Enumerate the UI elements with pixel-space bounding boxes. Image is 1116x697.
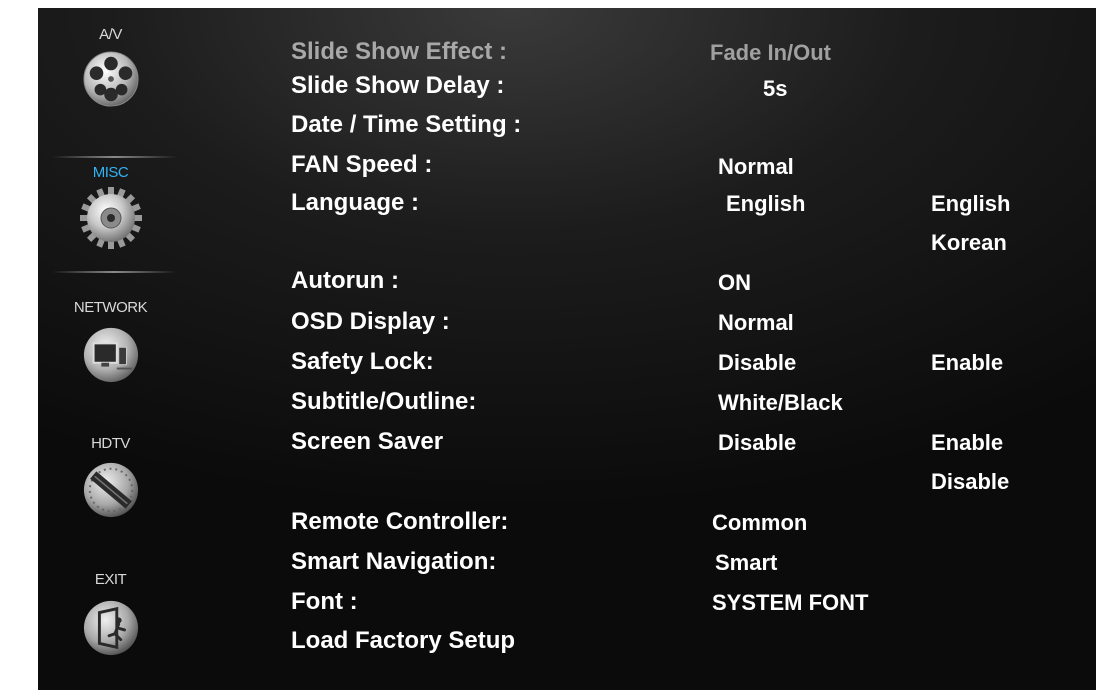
menu-row-label: FAN Speed : [291, 151, 433, 178]
menu-row-label: Safety Lock: [291, 348, 434, 375]
screen-saver-option-disable[interactable]: Disable [931, 469, 1009, 495]
sidebar-divider [52, 156, 177, 158]
sidebar-item-label: A/V [99, 26, 122, 43]
menu-row-value: ON [718, 270, 751, 295]
language-option-korean[interactable]: Korean [931, 230, 1007, 256]
menu-row-label: Font : [291, 588, 358, 615]
menu-row-value: Disable [718, 350, 797, 375]
menu-screen: A/V MISC NETWORK HDTV EXIT Slide Show Ef… [38, 8, 1096, 690]
menu-row-value: Disable [718, 430, 797, 455]
exit-door-icon [83, 600, 139, 656]
menu-row-label: Remote Controller: [291, 508, 509, 535]
language-option-english[interactable]: English [931, 191, 1010, 217]
menu-row-label: Screen Saver [291, 428, 444, 455]
menu-row-value: English [726, 191, 806, 216]
sidebar: A/V MISC NETWORK HDTV EXIT [38, 8, 183, 690]
sidebar-item-label: MISC [92, 164, 129, 181]
sidebar-divider [52, 271, 177, 273]
menu-row-label: Language : [291, 189, 420, 216]
sidebar-item-label: NETWORK [73, 299, 148, 316]
menu-row-label: Load Factory Setup [291, 627, 516, 654]
menu-row-value: Normal [718, 310, 794, 335]
menu-row-label: Autorun : [291, 267, 399, 294]
safety-lock-option-enable[interactable]: Enable [931, 350, 1003, 376]
hdtv-dial-icon [83, 462, 139, 518]
sidebar-item-label: HDTV [91, 435, 130, 452]
film-reel-icon [83, 51, 139, 107]
screen-saver-option-enable[interactable]: Enable [931, 430, 1003, 456]
monitor-icon [83, 327, 139, 383]
menu-row-value: SYSTEM FONT [712, 590, 869, 615]
menu-row-label: Slide Show Effect : [291, 38, 508, 65]
gear-disc-icon [80, 187, 142, 249]
menu-row-value: Fade In/Out [710, 40, 831, 65]
menu-row-value: Smart [715, 550, 778, 575]
menu-row-value: Normal [718, 154, 794, 179]
menu-row-value: White/Black [718, 390, 843, 415]
sidebar-item-label: EXIT [94, 571, 127, 588]
menu-row-value: 5s [763, 76, 788, 101]
menu-row-label: Subtitle/Outline: [291, 388, 477, 415]
menu-row-label: Smart Navigation: [291, 548, 497, 575]
menu-row-label: Slide Show Delay : [291, 72, 505, 99]
menu-row-label: Date / Time Setting : [291, 111, 522, 138]
menu-row-label: OSD Display : [291, 308, 450, 335]
menu-row-value: Common [712, 510, 808, 535]
